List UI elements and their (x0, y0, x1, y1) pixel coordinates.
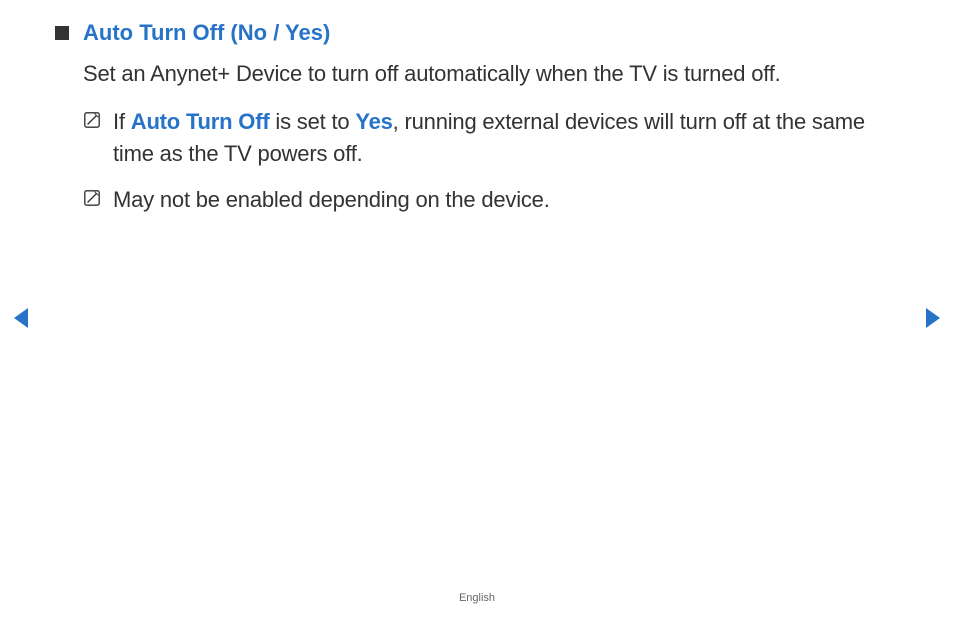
note-text-2: May not be enabled depending on the devi… (113, 184, 550, 216)
note-text-1: If Auto Turn Off is set to Yes, running … (113, 106, 874, 170)
next-page-button[interactable] (922, 306, 942, 335)
note1-bold-term: Auto Turn Off (131, 109, 270, 134)
body-text: Set an Anynet+ Device to turn off automa… (83, 58, 874, 90)
note1-prefix: If (113, 109, 131, 134)
footer-language: English (459, 592, 495, 604)
square-bullet-icon (55, 26, 69, 40)
note-icon (83, 111, 101, 129)
previous-page-button[interactable] (12, 306, 32, 335)
note-row-1: If Auto Turn Off is set to Yes, running … (83, 106, 874, 170)
note1-highlight: Yes (355, 109, 392, 134)
section-heading: Auto Turn Off (No / Yes) (83, 20, 330, 46)
page-content: Auto Turn Off (No / Yes) Set an Anynet+ … (0, 0, 954, 216)
note-row-2: May not be enabled depending on the devi… (83, 184, 874, 216)
note1-mid: is set to (269, 109, 355, 134)
heading-row: Auto Turn Off (No / Yes) (55, 20, 874, 46)
note-icon (83, 189, 101, 207)
